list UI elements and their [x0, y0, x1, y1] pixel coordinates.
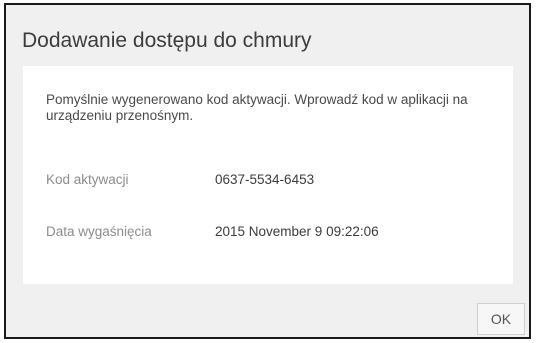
expiration-date-value: 2015 November 9 09:22:06	[215, 224, 379, 239]
dialog-title: Dodawanie dostępu do chmury	[22, 29, 312, 52]
success-message: Pomyślnie wygenerowano kod aktywacji. Wp…	[46, 92, 468, 123]
dialog-body: Pomyślnie wygenerowano kod aktywacji. Wp…	[23, 66, 513, 284]
activation-code-value: 0637-5534-6453	[215, 172, 315, 187]
expiration-date-label: Data wygaśnięcia	[46, 224, 152, 239]
ok-button[interactable]: OK	[477, 303, 525, 335]
activation-code-label: Kod aktywacji	[46, 172, 129, 187]
cloud-access-dialog: Dodawanie dostępu do chmury Pomyślnie wy…	[4, 3, 531, 339]
